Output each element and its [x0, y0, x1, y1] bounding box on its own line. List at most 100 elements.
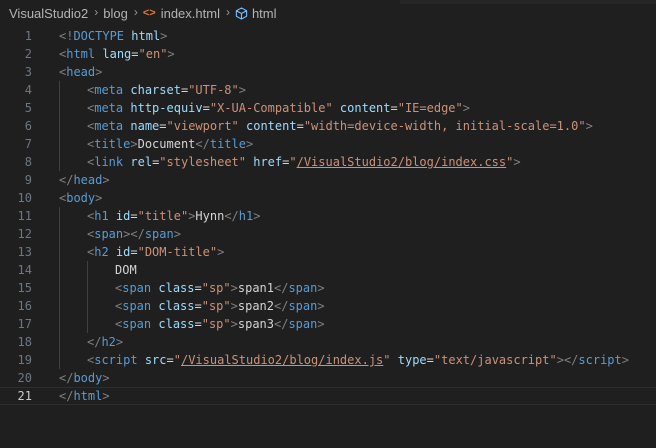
breadcrumb-file[interactable]: index.html — [161, 6, 220, 21]
code-token[interactable]: /VisualStudio2/blog/index.js — [181, 353, 383, 367]
code-token: html — [73, 389, 103, 403]
indent-guide — [59, 333, 60, 351]
code-text: <!DOCTYPE html> — [59, 27, 167, 45]
code-token: > — [238, 83, 246, 97]
code-line[interactable]: 19 <script src="/VisualStudio2/blog/index… — [0, 351, 656, 369]
code-line[interactable]: 4 <meta charset="UTF-8"> — [0, 81, 656, 99]
code-token: > — [317, 281, 325, 295]
code-token: "viewport" — [166, 119, 239, 133]
code-token: id — [115, 209, 131, 223]
code-token: > — [585, 119, 593, 133]
code-line[interactable]: 18 </h2> — [0, 333, 656, 351]
code-token: > — [115, 335, 124, 349]
code-line[interactable]: 14 DOM — [0, 261, 656, 279]
code-token: > — [102, 389, 110, 403]
breadcrumb-symbol[interactable]: html — [252, 6, 277, 21]
code-token: </ — [59, 389, 74, 403]
indent-guide — [87, 279, 88, 297]
code-token: </ — [224, 209, 239, 223]
code-token: </ — [274, 317, 289, 331]
breadcrumb-folder-root[interactable]: VisualStudio2 — [9, 6, 88, 21]
line-number: 16 — [17, 299, 32, 313]
code-token: name — [130, 119, 160, 133]
code-text: DOM — [115, 261, 137, 279]
code-token: "DOM-title" — [137, 245, 218, 259]
code-token: head — [73, 173, 103, 187]
code-line[interactable]: 9 </head> — [0, 171, 656, 189]
code-text: <html lang="en"> — [59, 45, 175, 63]
breadcrumb-folder-blog[interactable]: blog — [103, 6, 128, 21]
code-token: "width=device-width, initial-scale=1.0" — [303, 119, 586, 133]
code-token: > — [102, 371, 110, 385]
line-number: 3 — [24, 65, 32, 79]
code-token: span — [122, 281, 152, 295]
code-token: span3 — [237, 317, 274, 331]
code-editor[interactable]: 1 <!DOCTYPE html> 2 <html lang="en"> 3 <head>… — [0, 27, 656, 405]
code-token: script — [578, 353, 622, 367]
code-token: "sp" — [201, 317, 231, 331]
code-token: title — [209, 137, 246, 151]
indent-guide — [59, 81, 60, 99]
code-text: </html> — [59, 388, 110, 404]
code-token: = — [130, 245, 138, 259]
code-text: </head> — [59, 171, 110, 189]
code-token: = — [202, 101, 210, 115]
indent-guide — [59, 225, 60, 243]
code-line[interactable]: 11 <h1 id="title">Hynn</h1> — [0, 207, 656, 225]
indent-guide — [59, 297, 60, 315]
code-line[interactable]: 17 <span class="sp">span3</span> — [0, 315, 656, 333]
code-line[interactable]: 21 </html> — [0, 387, 656, 405]
code-token: Document — [137, 137, 196, 151]
indent-guide — [59, 135, 60, 153]
indent-guide — [59, 207, 60, 225]
line-number: 15 — [17, 281, 32, 295]
code-line[interactable]: 13 <h2 id="DOM-title"> — [0, 243, 656, 261]
code-token: "title" — [137, 209, 189, 223]
code-token: charset — [130, 83, 181, 97]
code-token: rel — [130, 155, 153, 169]
code-token: " — [383, 353, 391, 367]
code-token: "en" — [138, 47, 168, 61]
code-token: </ — [195, 137, 210, 151]
code-token: span — [144, 227, 174, 241]
line-number: 10 — [17, 191, 32, 205]
code-line[interactable]: 1 <!DOCTYPE html> — [0, 27, 656, 45]
code-line[interactable]: 7 <title>Document</title> — [0, 135, 656, 153]
code-line[interactable]: 20 </body> — [0, 369, 656, 387]
code-token: > — [95, 191, 103, 205]
code-token: </ — [87, 335, 102, 349]
code-line[interactable]: 10 <body> — [0, 189, 656, 207]
code-line[interactable]: 2 <html lang="en"> — [0, 45, 656, 63]
code-line[interactable]: 16 <span class="sp">span2</span> — [0, 297, 656, 315]
code-token: h2 — [94, 245, 109, 259]
code-text: <head> — [59, 63, 102, 81]
line-number: 17 — [17, 317, 32, 331]
code-token: title — [94, 137, 131, 151]
code-token: span1 — [237, 281, 274, 295]
code-token: > — [317, 317, 325, 331]
code-line[interactable]: 5 <meta http-equiv="X-UA-Compatible" cont… — [0, 99, 656, 117]
code-text: </h2> — [87, 333, 123, 351]
code-token: http-equiv — [130, 101, 203, 115]
chevron-right-icon: › — [133, 5, 138, 19]
code-token: class — [158, 281, 195, 295]
code-token: script — [94, 353, 138, 367]
code-token[interactable]: /VisualStudio2/blog/index.css — [297, 155, 507, 169]
code-token: type — [397, 353, 427, 367]
code-token: content — [339, 101, 391, 115]
indent-guide — [87, 261, 88, 279]
code-line[interactable]: 3 <head> — [0, 63, 656, 81]
indent-guide — [59, 315, 60, 333]
code-token: > — [245, 137, 254, 151]
code-token: > — [217, 245, 225, 259]
code-line[interactable]: 8 <link rel="stylesheet" href="/VisualStu… — [0, 153, 656, 171]
code-line[interactable]: 6 <meta name="viewport" content="width=de… — [0, 117, 656, 135]
code-text: <span class="sp">span2</span> — [115, 297, 325, 315]
code-token: id — [115, 245, 131, 259]
code-token: h1 — [238, 209, 254, 223]
code-token: DOCTYPE — [73, 29, 125, 43]
code-line[interactable]: 12 <span></span> — [0, 225, 656, 243]
code-line[interactable]: 15 <span class="sp">span1</span> — [0, 279, 656, 297]
